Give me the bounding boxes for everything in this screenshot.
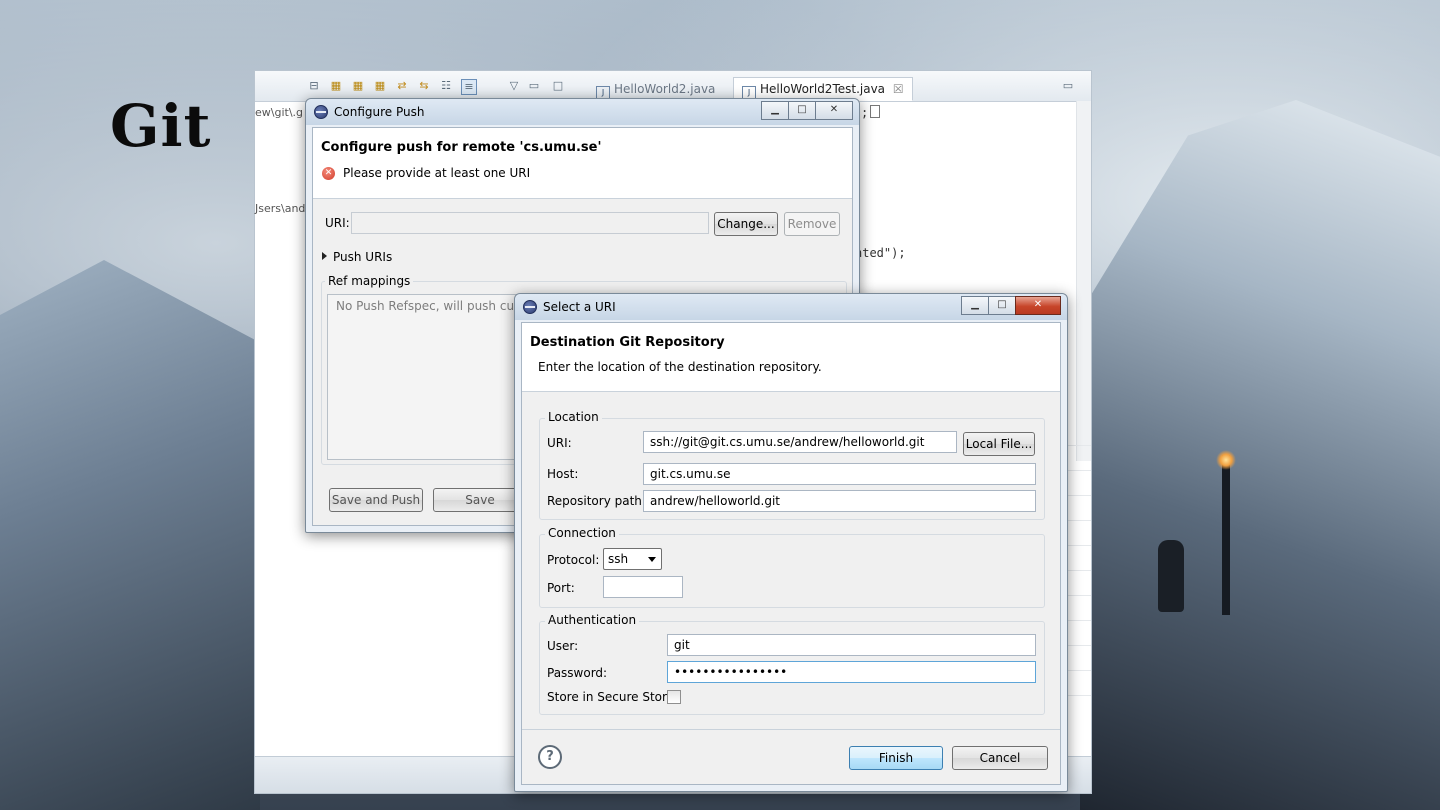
save-button[interactable]: Save: [433, 488, 527, 512]
editor-scrollbar[interactable]: [1076, 101, 1091, 461]
tree-icon[interactable]: ☷: [439, 79, 453, 93]
user-field[interactable]: git: [667, 634, 1036, 656]
tab-label: HelloWorld2.java: [614, 82, 716, 96]
error-icon: ✕: [322, 167, 335, 180]
background-mountain-right: [1080, 100, 1440, 810]
window-title: Select a URI: [543, 300, 616, 314]
background-lamp-post: [1222, 455, 1230, 615]
store-secure-label: Store in Secure Store: [547, 690, 675, 704]
uri-field[interactable]: ssh://git@git.cs.umu.se/andrew/helloworl…: [643, 431, 957, 453]
select-uri-titlebar: Select a URI ▁ □ ✕: [515, 294, 1067, 320]
expand-arrow-icon: [322, 252, 327, 260]
location-label: Location: [545, 410, 602, 424]
close-button[interactable]: ✕: [1015, 296, 1061, 315]
host-field[interactable]: git.cs.umu.se: [643, 463, 1036, 485]
maximize-view-icon[interactable]: □: [551, 79, 565, 93]
change-button[interactable]: Change...: [714, 212, 778, 236]
link-editor-icon[interactable]: ⇄: [395, 79, 409, 93]
password-field[interactable]: ••••••••••••••••: [667, 661, 1036, 683]
select-uri-body: Destination Git Repository Enter the loc…: [521, 322, 1061, 785]
git-commit-icon[interactable]: ▦: [329, 79, 343, 93]
save-and-push-button[interactable]: Save and Push: [329, 488, 423, 512]
minimize-editor-icon[interactable]: ▭: [1061, 79, 1075, 93]
close-button[interactable]: ✕: [815, 101, 853, 120]
background-lamp: [1216, 450, 1236, 470]
eclipse-icon: [523, 300, 537, 314]
code-fragment: ;: [861, 105, 881, 120]
minimize-button[interactable]: ▁: [761, 101, 789, 120]
slide-title: Git: [110, 92, 212, 160]
uri-field[interactable]: [351, 212, 709, 234]
select-uri-banner: Destination Git Repository Enter the loc…: [522, 323, 1060, 392]
path-fragment: ew\git\.g: [255, 106, 304, 119]
background-mountain-left: [0, 260, 260, 810]
host-label: Host:: [547, 467, 579, 481]
banner-title: Destination Git Repository: [530, 335, 725, 350]
user-label: User:: [547, 639, 579, 653]
view-panel: [1067, 421, 1091, 696]
collapse-icon[interactable]: ⊟: [307, 79, 321, 93]
view-menu-icon[interactable]: ▽: [507, 79, 521, 93]
repository-path-label: Repository path:: [547, 494, 646, 508]
maximize-button[interactable]: □: [988, 296, 1016, 315]
configure-push-banner: Configure push for remote 'cs.umu.se' ✕ …: [313, 128, 852, 199]
path-fragment: Jsers\and: [255, 202, 306, 215]
help-icon[interactable]: ?: [538, 745, 562, 769]
git-fetch-icon[interactable]: ▦: [373, 79, 387, 93]
highlight-icon[interactable]: ≡: [461, 79, 477, 95]
banner-title: Configure push for remote 'cs.umu.se': [321, 140, 602, 155]
protocol-select[interactable]: ssh: [603, 548, 662, 570]
eclipse-icon: [314, 105, 328, 119]
sync-icon[interactable]: ⇆: [417, 79, 431, 93]
protocol-label: Protocol:: [547, 553, 600, 567]
caption-buttons: ▁ □ ✕: [961, 296, 1061, 315]
maximize-button[interactable]: □: [788, 101, 816, 120]
dropdown-arrow-icon: [648, 557, 656, 562]
background-figure: [1158, 540, 1184, 612]
git-push-icon[interactable]: ▦: [351, 79, 365, 93]
banner-description: Enter the location of the destination re…: [538, 360, 822, 374]
cancel-button[interactable]: Cancel: [952, 746, 1048, 770]
select-uri-dialog: Select a URI ▁ □ ✕ Destination Git Repos…: [514, 293, 1068, 792]
local-file-button[interactable]: Local File...: [963, 432, 1035, 456]
authentication-label: Authentication: [545, 613, 640, 627]
minimize-view-icon[interactable]: ▭: [527, 79, 541, 93]
caption-buttons: ▁ □ ✕: [761, 101, 853, 120]
push-uris-toggle[interactable]: Push URIs: [322, 250, 392, 264]
ref-mappings-label: Ref mappings: [325, 274, 414, 288]
error-message: Please provide at least one URI: [343, 166, 531, 180]
tab-label: HelloWorld2Test.java: [760, 82, 886, 96]
tab-close-icon[interactable]: ☒: [893, 82, 904, 96]
port-field[interactable]: [603, 576, 683, 598]
minimize-button[interactable]: ▁: [961, 296, 989, 315]
uri-label: URI:: [325, 216, 350, 230]
password-label: Password:: [547, 666, 608, 680]
repository-path-field[interactable]: andrew/helloworld.git: [643, 490, 1036, 512]
configure-push-titlebar: Configure Push ▁ □ ✕: [306, 99, 859, 125]
port-label: Port:: [547, 581, 575, 595]
remove-button[interactable]: Remove: [784, 212, 840, 236]
uri-label: URI:: [547, 436, 572, 450]
window-title: Configure Push: [334, 105, 425, 119]
code-fragment: nted");: [855, 246, 906, 260]
connection-label: Connection: [545, 526, 619, 540]
store-secure-checkbox[interactable]: [667, 690, 681, 704]
finish-button[interactable]: Finish: [849, 746, 943, 770]
footer-separator: [522, 729, 1060, 730]
